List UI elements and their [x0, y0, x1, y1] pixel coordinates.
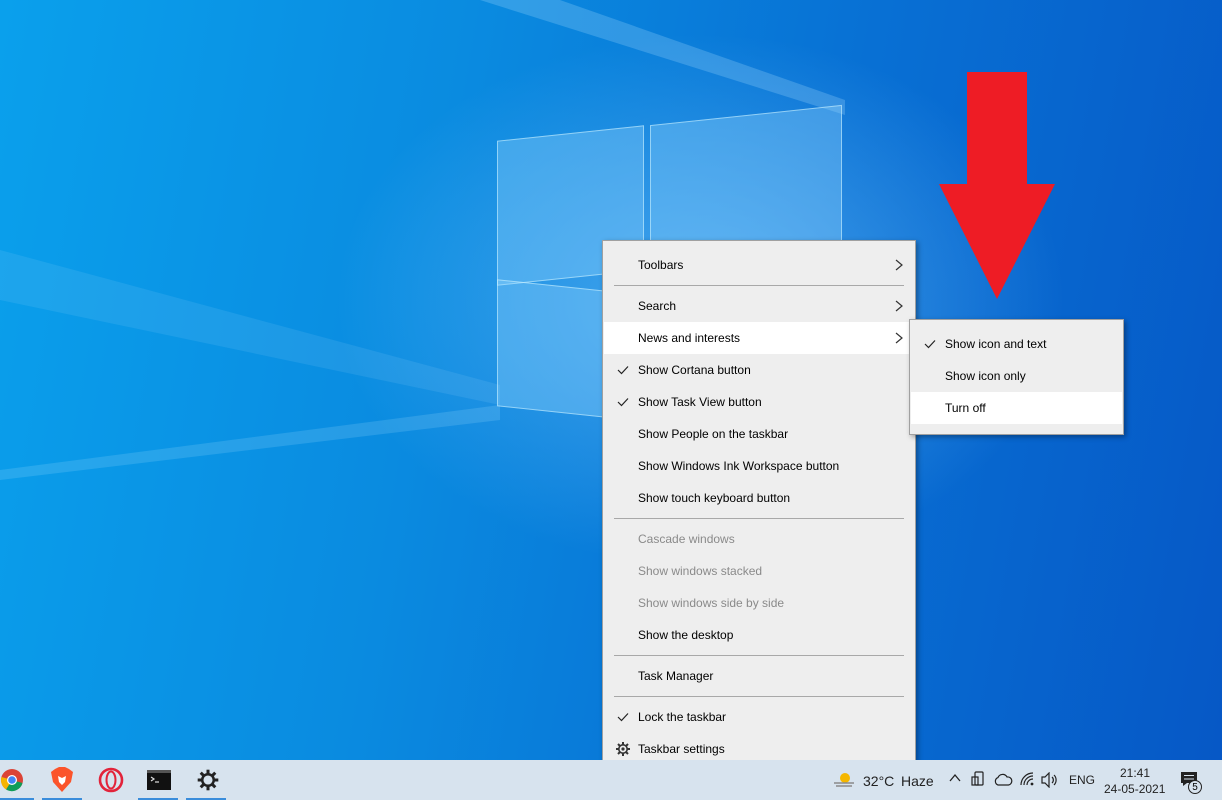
- opera-icon: [98, 767, 124, 793]
- haze-weather-icon: [834, 773, 854, 787]
- red-down-arrow-icon: [939, 72, 1055, 299]
- taskbar-app-settings[interactable]: [182, 760, 230, 800]
- menu-separator: [614, 518, 904, 519]
- taskbar-context-menu: Toolbars Search News and interests Show …: [602, 240, 916, 775]
- menu-item-label: Show Task View button: [638, 395, 762, 409]
- menu-separator: [614, 696, 904, 697]
- menu-item-search[interactable]: Search: [604, 290, 914, 322]
- menu-item-lock-the-taskbar[interactable]: Lock the taskbar: [604, 701, 914, 733]
- menu-item-label: Show Windows Ink Workspace button: [638, 459, 840, 473]
- menu-item-show-windows-ink[interactable]: Show Windows Ink Workspace button: [604, 450, 914, 482]
- menu-item-label: Show Cortana button: [638, 363, 751, 377]
- menu-separator: [614, 655, 904, 656]
- submenu-item-show-icon-and-text[interactable]: Show icon and text: [911, 328, 1122, 360]
- news-and-interests-weather-widget[interactable]: 32°C Haze: [830, 768, 934, 794]
- terminal-icon: [147, 770, 171, 790]
- action-center-button[interactable]: 5: [1176, 768, 1206, 796]
- menu-item-label: News and interests: [638, 331, 741, 345]
- menu-separator: [614, 285, 904, 286]
- input-language-indicator[interactable]: ENG: [1069, 773, 1095, 787]
- weather-temperature: 32°C: [863, 773, 895, 789]
- menu-item-show-windows-stacked: Show windows stacked: [604, 555, 914, 587]
- menu-item-label: Toolbars: [638, 258, 684, 272]
- menu-item-label: Show windows side by side: [638, 596, 785, 610]
- taskbar: 32°C Haze ENG 21:41 24-05-2021 5: [0, 760, 1222, 800]
- chevron-right-icon: [895, 332, 903, 344]
- menu-item-label: Taskbar settings: [638, 742, 725, 756]
- menu-item-label: Show windows stacked: [638, 564, 763, 578]
- device-icon[interactable]: [971, 771, 987, 789]
- menu-item-show-windows-side-by-side: Show windows side by side: [604, 587, 914, 619]
- chevron-right-icon: [895, 259, 903, 271]
- settings-gear-icon: [197, 769, 219, 791]
- taskbar-app-brave[interactable]: [38, 760, 86, 800]
- menu-item-show-task-view-button[interactable]: Show Task View button: [604, 386, 914, 418]
- menu-item-label: Show touch keyboard button: [638, 491, 791, 505]
- menu-item-label: Task Manager: [638, 669, 714, 683]
- menu-item-news-and-interests[interactable]: News and interests: [604, 322, 914, 354]
- menu-item-label: Cascade windows: [638, 532, 735, 546]
- menu-item-label: Search: [638, 299, 677, 313]
- clock-time: 21:41: [1120, 766, 1151, 780]
- chevron-right-icon: [895, 300, 903, 312]
- chrome-icon: [0, 769, 23, 792]
- menu-item-toolbars[interactable]: Toolbars: [604, 249, 914, 281]
- taskbar-app-opera[interactable]: [86, 760, 134, 800]
- clock[interactable]: 21:41 24-05-2021: [1100, 762, 1166, 798]
- brave-icon: [51, 767, 73, 792]
- menu-item-cascade-windows: Cascade windows: [604, 523, 914, 555]
- menu-item-label: Show People on the taskbar: [638, 427, 789, 441]
- news-and-interests-submenu: Show icon and text Show icon only Turn o…: [909, 319, 1124, 435]
- menu-item-show-cortana-button[interactable]: Show Cortana button: [604, 354, 914, 386]
- weather-condition: Haze: [901, 773, 934, 789]
- menu-item-show-the-desktop[interactable]: Show the desktop: [604, 619, 914, 651]
- submenu-item-label: Turn off: [945, 401, 986, 415]
- checkmark-icon: [924, 340, 936, 349]
- clock-date: 24-05-2021: [1104, 782, 1166, 796]
- onedrive-cloud-icon[interactable]: [993, 773, 1013, 787]
- checkmark-icon: [617, 398, 629, 407]
- menu-item-show-people[interactable]: Show People on the taskbar: [604, 418, 914, 450]
- menu-item-show-touch-keyboard[interactable]: Show touch keyboard button: [604, 482, 914, 514]
- taskbar-app-terminal[interactable]: [134, 760, 182, 800]
- wifi-icon[interactable]: [1020, 772, 1036, 786]
- menu-item-task-manager[interactable]: Task Manager: [604, 660, 914, 692]
- notification-count-badge: 5: [1188, 780, 1202, 794]
- submenu-item-label: Show icon and text: [945, 337, 1047, 351]
- submenu-item-show-icon-only[interactable]: Show icon only: [911, 360, 1122, 392]
- chevron-up-icon[interactable]: [948, 771, 962, 785]
- submenu-item-label: Show icon only: [945, 369, 1026, 383]
- volume-icon[interactable]: [1041, 772, 1059, 788]
- menu-item-label: Lock the taskbar: [638, 710, 727, 724]
- checkmark-icon: [617, 713, 629, 722]
- checkmark-icon: [617, 366, 629, 375]
- gear-icon: [616, 742, 630, 756]
- submenu-item-turn-off[interactable]: Turn off: [911, 392, 1122, 424]
- menu-item-label: Show the desktop: [638, 628, 734, 642]
